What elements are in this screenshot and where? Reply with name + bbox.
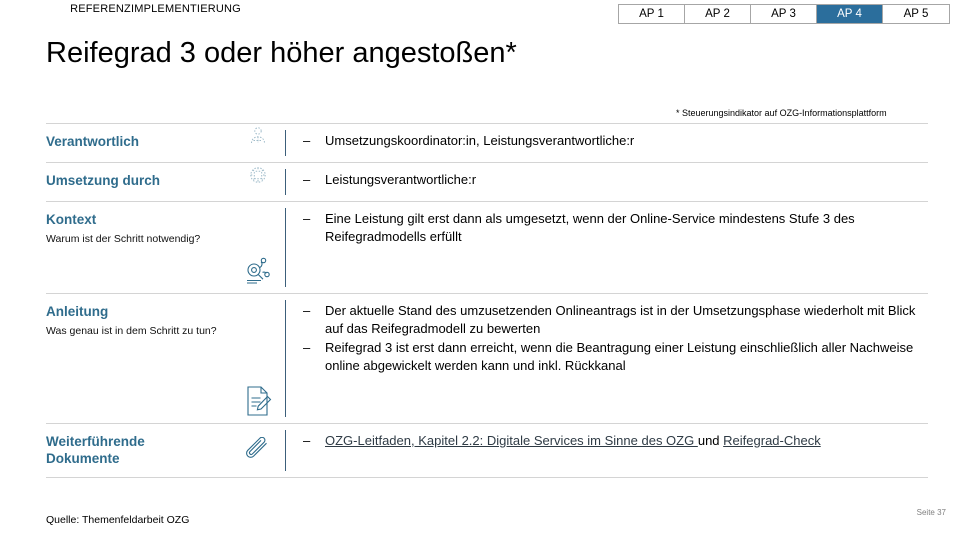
table-row: Weiterführende Dokumente OZG-Leitfaden, … [46, 423, 928, 478]
row-divider [281, 424, 291, 477]
tab-ap-5[interactable]: AP 5 [883, 5, 949, 23]
table-row: Verantwortlich Umsetzungskoordinator:in,… [46, 123, 928, 162]
row-icon-cell [235, 163, 281, 201]
magnifier-insight-icon [247, 257, 270, 284]
page-number: Seite 37 [916, 508, 946, 517]
row-icon-cell [235, 202, 281, 293]
tab-ap-2[interactable]: AP 2 [685, 5, 751, 23]
bullet-item: Leistungsverantwortliche:r [303, 171, 928, 189]
bullet-item: Der aktuelle Stand des umzusetzenden Onl… [303, 302, 928, 338]
source-note: Quelle: Themenfeldarbeit OZG [46, 514, 190, 526]
row-title: Anleitung [46, 304, 109, 319]
row-label-cell: Weiterführende Dokumente [46, 424, 235, 477]
gear-icon [250, 167, 266, 183]
people-icon [251, 127, 265, 144]
row-subtitle: Warum ist der Schritt notwendig? [46, 233, 201, 245]
table-row: Anleitung Was genau ist in dem Schritt z… [46, 293, 928, 423]
row-label-cell: Kontext Warum ist der Schritt notwendig? [46, 202, 235, 293]
link-ozg-leitfaden[interactable]: OZG-Leitfaden, Kapitel 2.2: Digitale Ser… [325, 433, 698, 448]
table-row: Kontext Warum ist der Schritt notwendig?… [46, 201, 928, 293]
row-title: Weiterführende Dokumente [46, 434, 145, 466]
paperclip-icon [246, 436, 267, 458]
row-body-cell: Umsetzungskoordinator:in, Leistungsveran… [291, 124, 928, 162]
row-divider [281, 294, 291, 423]
row-label-cell: Umsetzung durch [46, 163, 235, 201]
row-icon-cell [235, 124, 281, 162]
slide-header: REFERENZIMPLEMENTIERUNG Reifegrad 3 oder… [0, 0, 960, 96]
link-reifegrad-check[interactable]: Reifegrad-Check [723, 433, 821, 448]
row-divider [281, 124, 291, 162]
row-body-cell: OZG-Leitfaden, Kapitel 2.2: Digitale Ser… [291, 424, 928, 477]
row-title: Kontext [46, 212, 97, 227]
row-title: Umsetzung durch [46, 173, 161, 188]
row-body-cell: Leistungsverantwortliche:r [291, 163, 928, 201]
bullet-item: OZG-Leitfaden, Kapitel 2.2: Digitale Ser… [303, 432, 928, 450]
row-subtitle: Was genau ist in dem Schritt zu tun? [46, 325, 217, 337]
row-icon-cell [235, 424, 281, 477]
row-body-cell: Eine Leistung gilt erst dann als umgeset… [291, 202, 928, 293]
row-icon-cell [235, 294, 281, 423]
row-body-cell: Der aktuelle Stand des umzusetzenden Onl… [291, 294, 928, 423]
link-conjunction: und [697, 433, 724, 448]
tab-ap-1[interactable]: AP 1 [619, 5, 685, 23]
row-label-cell: Anleitung Was genau ist in dem Schritt z… [46, 294, 235, 423]
bullet-item: Eine Leistung gilt erst dann als umgeset… [303, 210, 928, 246]
eyebrow-label: REFERENZIMPLEMENTIERUNG [70, 3, 241, 15]
row-title: Verantwortlich [46, 134, 140, 149]
page-title: Reifegrad 3 oder höher angestoßen* [46, 37, 517, 69]
row-divider [281, 202, 291, 293]
row-label-cell: Verantwortlich [46, 124, 235, 162]
bullet-item: Umsetzungskoordinator:in, Leistungsveran… [303, 132, 928, 150]
ap-tab-strip: AP 1 AP 2 AP 3 AP 4 AP 5 [618, 4, 950, 24]
tab-ap-3[interactable]: AP 3 [751, 5, 817, 23]
footnote-text: * Steuerungsindikator auf OZG-Informatio… [676, 108, 887, 118]
row-divider [281, 163, 291, 201]
table-row: Umsetzung durch Leistungsverantwortliche… [46, 162, 928, 201]
content-table: Verantwortlich Umsetzungskoordinator:in,… [46, 123, 928, 478]
tab-ap-4[interactable]: AP 4 [817, 5, 883, 23]
document-pencil-icon [247, 386, 272, 416]
bullet-item: Reifegrad 3 ist erst dann erreicht, wenn… [303, 339, 928, 375]
